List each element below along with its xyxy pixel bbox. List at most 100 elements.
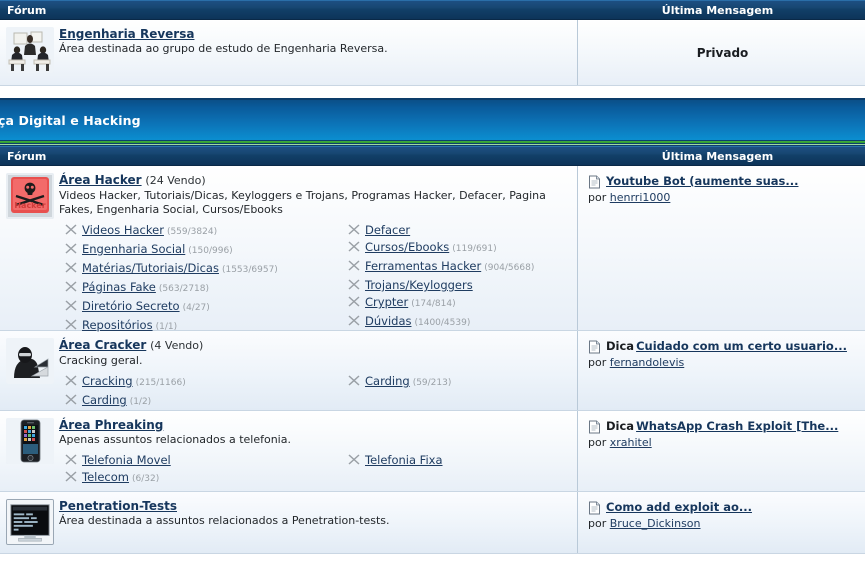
forum-row-main: Área Phreaking Apenas assuntos relaciona… (0, 411, 578, 491)
subforum-item[interactable]: Engenharia Social (150/996) (59, 241, 342, 260)
forum-description: Videos Hacker, Tutoriais/Dicas, Keylogge… (59, 189, 546, 216)
subforum-link[interactable]: Crypter (365, 294, 408, 311)
subforum-list: Telefonia Movel Telecom (6/32) Telefonia… (59, 452, 569, 488)
last-message-title-line: Dica WhatsApp Crash Exploit [The... (588, 419, 857, 434)
subforum-stats: (119/691) (452, 244, 497, 254)
subforum-item[interactable]: Videos Hacker (559/3824) (59, 222, 342, 241)
subforum-stats: (1553/6957) (221, 265, 278, 275)
subforum-link[interactable]: Trojans/Keyloggers (365, 277, 473, 294)
subforum-link[interactable]: Cracking (82, 373, 133, 390)
forum-title-line: Área Phreaking (59, 418, 569, 432)
cross-arrows-icon (348, 241, 360, 252)
category-header-lastmessage-label: Última Mensagem (661, 149, 774, 163)
iphone-icon (6, 418, 54, 464)
subforum-link[interactable]: Telefonia Movel (82, 452, 171, 469)
subforum-item[interactable]: Diretório Secreto (4/27) (59, 298, 342, 317)
by-label: por (588, 191, 607, 204)
last-message-title-link[interactable]: Cuidado com um certo usuario... (636, 339, 847, 353)
forum-title-link[interactable]: Área Phreaking (59, 418, 163, 432)
subforum-item[interactable]: Ferramentas Hacker (904/5668) (342, 258, 534, 277)
forum-title-link[interactable]: Área Cracker (59, 338, 146, 352)
forum-title-link[interactable]: Penetration-Tests (59, 499, 177, 513)
subforum-link[interactable]: Engenharia Social (82, 241, 185, 258)
subforum-link[interactable]: Carding (365, 373, 410, 390)
forum-info: Área Phreaking Apenas assuntos relaciona… (59, 417, 569, 488)
forum-description: Cracking geral. (59, 354, 143, 367)
forum-row-main: Área Cracker (4 Vendo) Cracking geral. C… (0, 331, 578, 410)
last-message-author-link[interactable]: Bruce_Dickinson (610, 517, 701, 530)
last-message-title-link[interactable]: WhatsApp Crash Exploit [The... (636, 419, 838, 433)
last-message-title-link[interactable]: Como add exploit ao... (606, 500, 752, 514)
subforum-stats: (6/32) (131, 474, 160, 484)
subforum-link[interactable]: Cursos/Ebooks (365, 239, 449, 256)
subforum-link[interactable]: Videos Hacker (82, 222, 164, 239)
forum-info: Engenharia Reversa Área destinada ao gru… (59, 26, 569, 56)
subforum-item[interactable]: Matérias/Tutoriais/Dicas (1553/6957) (59, 260, 342, 279)
forum-title-line: Penetration-Tests (59, 499, 569, 513)
cross-arrows-icon (65, 224, 77, 235)
subforum-stats: (1400/4539) (414, 318, 471, 328)
subforum-item[interactable]: Telefonia Movel (59, 452, 342, 469)
subforum-stats: (215/1166) (135, 378, 186, 388)
subforum-column-left: Telefonia Movel Telecom (6/32) (59, 452, 342, 488)
subforum-link[interactable]: Ferramentas Hacker (365, 258, 481, 275)
subforum-item[interactable]: Defacer (342, 222, 534, 239)
forum-row[interactable]: Engenharia Reversa Área destinada ao gru… (0, 20, 865, 86)
cross-arrows-icon (348, 279, 360, 290)
subforum-item[interactable]: Telefonia Fixa (342, 452, 443, 469)
forum-info: Área Hacker (24 Vendo) Videos Hacker, Tu… (59, 172, 569, 336)
subforum-link[interactable]: Defacer (365, 222, 410, 239)
last-message-author-link[interactable]: henrri1000 (610, 191, 671, 204)
cross-arrows-icon (65, 262, 77, 273)
forum-row[interactable]: Área Cracker (4 Vendo) Cracking geral. C… (0, 331, 865, 411)
subforum-link[interactable]: Páginas Fake (82, 279, 156, 296)
subforum-item[interactable]: Telecom (6/32) (59, 469, 342, 488)
subforum-list: Videos Hacker (559/3824) Engenharia Soci… (59, 222, 569, 336)
category-column-header: Fórum Última Mensagem (0, 146, 865, 166)
svg-text:Hacker: Hacker (14, 201, 45, 210)
subforum-column-left: Videos Hacker (559/3824) Engenharia Soci… (59, 222, 342, 336)
category-banner[interactable]: ça Digital e Hacking (0, 98, 865, 140)
subforum-link[interactable]: Telefonia Fixa (365, 452, 443, 469)
subforum-item[interactable]: Cracking (215/1166) (59, 373, 342, 392)
subforum-item[interactable]: Carding (59/213) (342, 373, 451, 392)
subforum-item[interactable]: Trojans/Keyloggers (342, 277, 534, 294)
forum-row-main: Engenharia Reversa Área destinada ao gru… (0, 20, 578, 85)
last-message-cell: Dica Cuidado com um certo usuario... por … (578, 331, 865, 410)
cross-arrows-icon (348, 454, 360, 465)
forum-row[interactable]: Hacker Área Hacker (24 Vendo) Videos Hac… (0, 166, 865, 332)
forum-row-main: Penetration-Tests Área destinada a assun… (0, 492, 578, 553)
cross-arrows-icon (65, 394, 77, 405)
subforum-stats: (4/27) (182, 303, 210, 313)
subforum-item[interactable]: Crypter (174/814) (342, 294, 534, 313)
forum-row[interactable]: Penetration-Tests Área destinada a assun… (0, 492, 865, 554)
forum-title-line: Área Hacker (24 Vendo) (59, 173, 569, 188)
last-message-title-link[interactable]: Youtube Bot (aumente suas... (606, 174, 798, 188)
forum-row[interactable]: Área Phreaking Apenas assuntos relaciona… (0, 411, 865, 492)
subforum-item[interactable]: Cursos/Ebooks (119/691) (342, 239, 534, 258)
subforum-stats: (904/5668) (484, 263, 535, 273)
subforum-link[interactable]: Matérias/Tutoriais/Dicas (82, 260, 219, 277)
subforum-item[interactable]: Páginas Fake (563/2718) (59, 279, 342, 298)
subforum-item[interactable]: Carding (1/2) (59, 392, 342, 411)
top-column-header: Fórum Última Mensagem (0, 0, 865, 20)
forum-title-link[interactable]: Engenharia Reversa (59, 27, 194, 41)
last-message-author-link[interactable]: fernandolevis (610, 356, 685, 369)
subforum-link[interactable]: Telecom (82, 469, 129, 486)
forum-title-line: Engenharia Reversa (59, 27, 569, 41)
subforum-list: Cracking (215/1166) Carding (1/2) Cardin (59, 373, 569, 411)
subforum-link[interactable]: Dúvidas (365, 313, 411, 330)
forum-description: Apenas assuntos relacionados a telefonia… (59, 433, 291, 446)
subforum-item[interactable]: Dúvidas (1400/4539) (342, 313, 534, 332)
cross-arrows-icon (348, 315, 360, 326)
last-message-author-link[interactable]: xrahitel (610, 436, 652, 449)
cross-arrows-icon (65, 281, 77, 292)
forum-title-link[interactable]: Área Hacker (59, 173, 142, 187)
cross-arrows-icon (65, 300, 77, 311)
last-message-title-line: Dica Cuidado com um certo usuario... (588, 339, 857, 354)
cross-arrows-icon (65, 454, 77, 465)
subforum-link[interactable]: Diretório Secreto (82, 298, 180, 315)
last-message-cell: Dica WhatsApp Crash Exploit [The... por x… (578, 411, 865, 491)
subforum-link[interactable]: Carding (82, 392, 127, 409)
document-icon (588, 175, 601, 189)
